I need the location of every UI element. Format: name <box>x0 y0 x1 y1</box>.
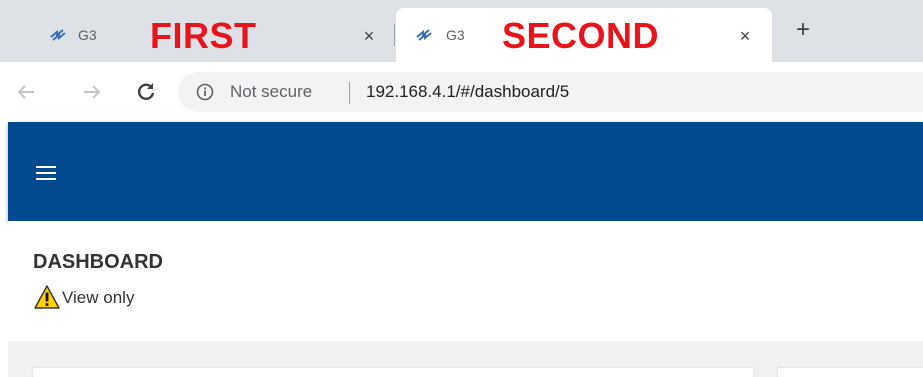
dashboard-panel-area <box>8 341 923 377</box>
new-tab-button[interactable]: + <box>796 18 810 42</box>
browser-toolbar: Not secure 192.168.4.1/#/dashboard/5 <box>0 62 923 122</box>
tab-first[interactable]: G3 FIRST × <box>22 8 394 62</box>
tab-close-button[interactable]: × <box>360 26 378 47</box>
tab-title: G3 <box>446 27 465 43</box>
tab-annotation: FIRST <box>150 15 257 56</box>
tab-title: G3 <box>78 27 97 43</box>
arrow-right-icon[interactable] <box>80 80 104 104</box>
tab-second[interactable]: G3 SECOND × <box>396 8 772 62</box>
tab-annotation: SECOND <box>502 15 660 56</box>
satellite-icon <box>416 29 432 41</box>
app-header <box>8 122 923 221</box>
dashboard-card <box>33 368 753 377</box>
reload-icon[interactable] <box>134 80 158 104</box>
browser-window: G3 FIRST × G3 SECOND × + Not secure 192.… <box>0 0 923 377</box>
url-text[interactable]: 192.168.4.1/#/dashboard/5 <box>366 82 569 102</box>
info-icon[interactable] <box>196 83 214 101</box>
warning-icon <box>34 285 60 309</box>
arrow-left-icon[interactable] <box>14 80 38 104</box>
main-content: DASHBOARD View only <box>8 221 923 377</box>
view-only-label: View only <box>62 288 135 307</box>
url-separator <box>349 82 350 104</box>
tab-close-button[interactable]: × <box>736 26 754 47</box>
dashboard-card <box>778 368 923 377</box>
security-indicator[interactable]: Not secure <box>230 82 312 102</box>
satellite-icon <box>50 29 66 41</box>
page-title: DASHBOARD <box>33 251 163 273</box>
address-bar[interactable]: Not secure 192.168.4.1/#/dashboard/5 <box>178 72 923 112</box>
hamburger-icon[interactable] <box>36 166 56 180</box>
tab-strip: G3 FIRST × G3 SECOND × + <box>0 0 923 62</box>
tab-divider <box>394 24 395 46</box>
